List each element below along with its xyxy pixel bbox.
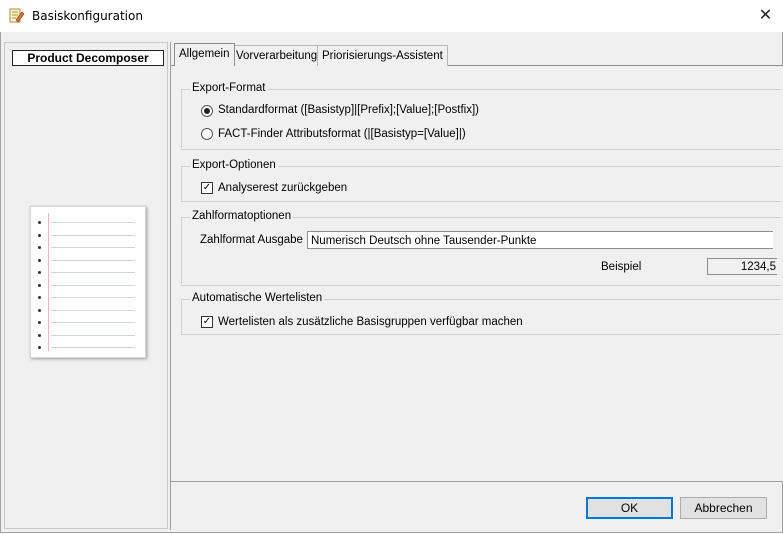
- notepad-bullet: [38, 308, 41, 312]
- beispiel-label: Beispiel: [601, 261, 642, 273]
- close-icon[interactable]: ✕: [748, 0, 783, 32]
- product-label: Product Decomposer: [12, 50, 164, 66]
- notepad-line: [51, 222, 135, 223]
- export-optionen-legend: Export-Optionen: [190, 159, 278, 171]
- beispiel-value: 1234,5: [707, 258, 777, 275]
- notepad-line: [51, 247, 135, 248]
- notepad-line: [51, 234, 135, 236]
- notepad-line: [51, 297, 135, 298]
- notepad-line: [51, 322, 135, 323]
- app-icon: [9, 8, 25, 23]
- button-bar-separator: [171, 481, 783, 482]
- notepad-bullet: [38, 346, 41, 349]
- notepad-line: [51, 259, 135, 261]
- notepad-line: [51, 347, 135, 348]
- export-format-legend: Export-Format: [190, 82, 268, 94]
- tab-vorverarbeitung[interactable]: Vorverarbeitung: [231, 45, 323, 66]
- export-format-group: Export-Format: [181, 82, 781, 150]
- tab-allgemein[interactable]: Allgemein: [174, 43, 235, 66]
- notepad-bullet: [38, 258, 41, 262]
- notepad-line: [51, 284, 135, 286]
- title-bar: Basiskonfiguration ✕: [0, 0, 783, 33]
- notepad-line: [51, 272, 135, 273]
- window-title: Basiskonfiguration: [32, 9, 143, 23]
- notepad-bullet: [38, 221, 41, 224]
- notepad-line: [51, 334, 135, 336]
- zahlformat-ausgabe-input[interactable]: Numerisch Deutsch ohne Tausender-Punkte: [307, 231, 773, 249]
- wertelisten-legend: Automatische Wertelisten: [190, 292, 325, 304]
- factfinder-format-label: FACT-Finder Attributsformat (|[Basistyp=…: [218, 128, 466, 140]
- zahlformat-group: Zahlformatoptionen: [181, 210, 781, 286]
- notepad-bullet: [38, 283, 41, 287]
- notepad-illustration: [30, 206, 146, 358]
- notepad-bullet: [38, 233, 41, 237]
- notepad-bullet: [38, 246, 41, 249]
- factfinder-format-radio[interactable]: [201, 128, 213, 140]
- notepad-bullet: [38, 333, 41, 337]
- notepad-line: [51, 309, 135, 311]
- analyserest-checkbox[interactable]: ✓: [201, 182, 213, 194]
- notepad-bullet: [38, 271, 41, 274]
- zahlformat-legend: Zahlformatoptionen: [190, 210, 294, 222]
- cancel-button[interactable]: Abbrechen: [680, 497, 767, 519]
- wertelisten-label: Wertelisten als zusätzliche Basisgruppen…: [218, 316, 523, 328]
- standardformat-label: Standardformat ([Basistyp]|[Prefix];[Val…: [218, 104, 479, 116]
- ok-button[interactable]: OK: [586, 497, 673, 519]
- notepad-bullet: [38, 296, 41, 299]
- standardformat-radio[interactable]: [201, 105, 213, 117]
- wertelisten-checkbox[interactable]: ✓: [201, 316, 213, 328]
- tab-priorisierungs-assistent[interactable]: Priorisierungs-Assistent: [317, 45, 448, 66]
- notepad-bullet: [38, 321, 41, 324]
- analyserest-label: Analyserest zurückgeben: [218, 182, 348, 194]
- zahlformat-ausgabe-label: Zahlformat Ausgabe: [200, 234, 303, 246]
